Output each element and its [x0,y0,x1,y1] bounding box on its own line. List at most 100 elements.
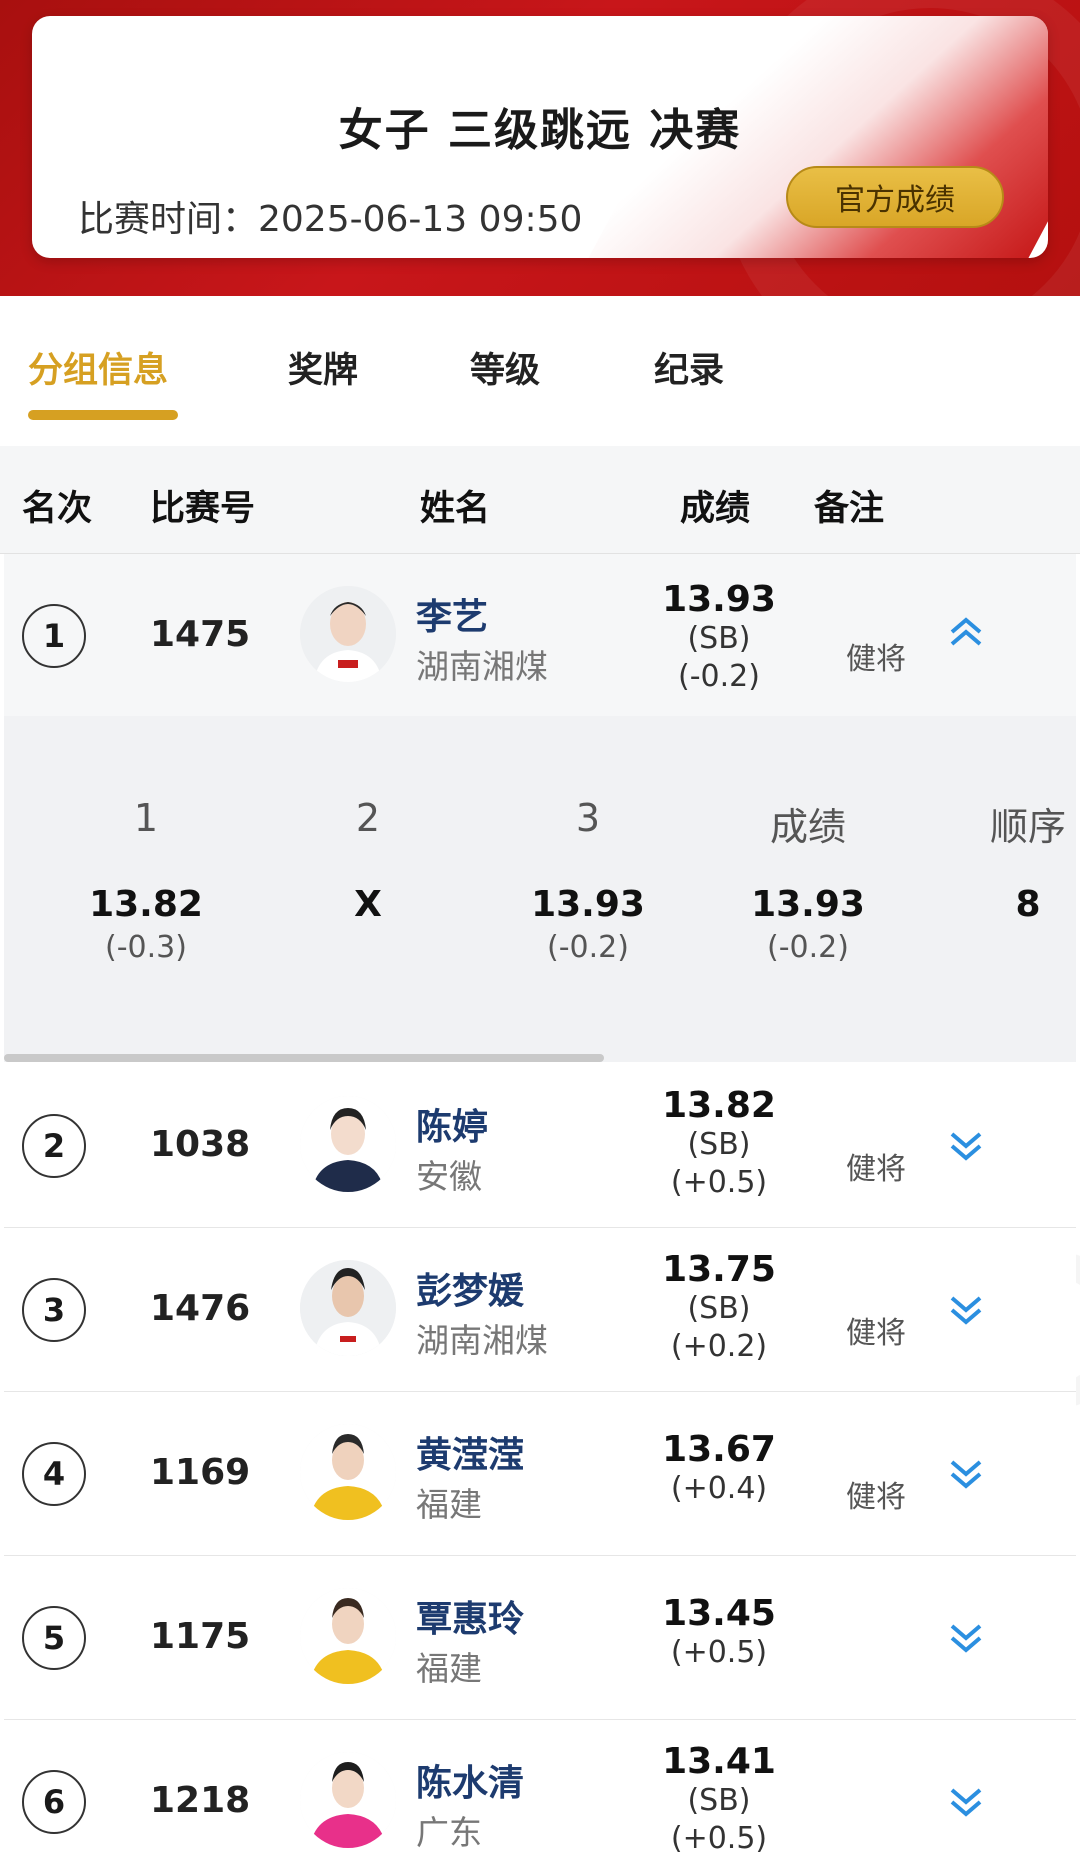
athlete-team: 安徽 [416,1157,482,1196]
header-bib: 比赛号 [150,489,256,529]
result-mark: 13.93 [662,579,776,620]
attempts-panel: 1 2 3 成绩 顺序 13.82 X 13.93 13.93 8 (-0.3)… [4,716,1076,1062]
result-mark: 13.41 [662,1741,776,1782]
wind-reading: (+0.5) [670,1821,768,1856]
athlete-team: 福建 [416,1649,482,1688]
athlete-name[interactable]: 覃惠玲 [416,1590,524,1642]
attempt-wind-1: (-0.3) [105,930,187,965]
official-results-button[interactable]: 官方成绩 [786,166,1004,228]
athlete-avatar [300,1752,396,1848]
bib-number: 1476 [150,1288,251,1329]
bib-number: 1218 [150,1780,251,1821]
season-best-label: (SB) [687,1291,751,1326]
chevron-double-up-icon[interactable] [944,610,988,654]
attempt-value-1: 13.82 [89,884,203,925]
athlete-name[interactable]: 李艺 [416,588,488,640]
athlete-team: 湖南湘煤 [416,1321,548,1360]
table-row[interactable]: 2 1038 陈婷 安徽 13.82 (SB) (+0.5) 健将 [4,1064,1076,1228]
wind-reading: (+0.4) [670,1471,768,1506]
header-banner: 女子 三级跳远 决赛 比赛时间：2025-06-13 09:50 官方成绩 [0,0,1080,296]
attempt-header-2: 2 [355,796,381,840]
attempt-value-3: 13.93 [531,884,645,925]
event-card: 女子 三级跳远 决赛 比赛时间：2025-06-13 09:50 官方成绩 [32,16,1048,258]
header-note: 备注 [814,489,885,529]
tab-levels[interactable]: 等级 [470,342,540,393]
result-mark: 13.82 [662,1085,776,1126]
tab-records[interactable]: 纪录 [654,342,724,393]
active-tab-indicator [28,410,178,420]
note-label: 健将 [846,642,906,677]
wind-reading: (+0.5) [670,1165,768,1200]
rank-badge: 1 [22,604,86,668]
tab-bar: 分组信息 奖牌 等级 纪录 [0,296,1080,446]
athlete-team: 广东 [416,1813,482,1852]
header-result: 成绩 [680,489,751,529]
chevron-double-down-icon[interactable] [944,1124,988,1168]
note-label: 健将 [846,1480,906,1515]
result-cell: 13.75 (SB) (+0.2) [644,1250,794,1366]
note-label: 健将 [846,1316,906,1351]
table-row[interactable]: 4 1169 黄滢滢 福建 13.67 (+0.4) 健将 [4,1392,1076,1556]
attempt-wind-best: (-0.2) [767,930,849,965]
result-cell: 13.82 (SB) (+0.5) [644,1086,794,1202]
season-best-label: (SB) [687,1783,751,1818]
athlete-name[interactable]: 陈水清 [416,1754,524,1806]
attempt-header-3: 3 [575,796,601,840]
rank-badge: 3 [22,1278,86,1342]
attempt-wind-3: (-0.2) [547,930,629,965]
result-cell: 13.93 (SB) (-0.2) [644,580,794,696]
chevron-double-down-icon[interactable] [944,1616,988,1660]
season-best-label: (SB) [687,621,751,656]
attempt-header-1: 1 [133,796,159,840]
chevron-double-down-icon[interactable] [944,1452,988,1496]
bib-number: 1475 [150,614,251,655]
attempt-header-order: 顺序 [989,805,1066,849]
table-header: 名次 比赛号 姓名 成绩 备注 [0,446,1080,554]
table-row[interactable]: 5 1175 覃惠玲 福建 13.45 (+0.5) [4,1556,1076,1720]
event-title: 女子 三级跳远 决赛 [338,105,742,156]
bib-number: 1175 [150,1616,251,1657]
athlete-team: 湖南湘煤 [416,647,548,686]
result-cell: 13.67 (+0.4) [644,1430,794,1508]
athlete-team: 福建 [416,1485,482,1524]
wind-reading: (-0.2) [678,659,760,694]
rank-badge: 6 [22,1770,86,1834]
athlete-avatar [300,1588,396,1684]
result-mark: 13.75 [662,1249,776,1290]
event-time: 比赛时间：2025-06-13 09:50 [78,199,583,240]
wind-reading: (+0.5) [670,1635,768,1670]
athlete-avatar [300,1260,396,1356]
tab-group-info[interactable]: 分组信息 [28,342,168,393]
table-row[interactable]: 6 1218 陈水清 广东 13.41 (SB) (+0.5) [4,1720,1076,1875]
season-best-label: (SB) [687,1127,751,1162]
result-cell: 13.41 (SB) (+0.5) [644,1742,794,1858]
athlete-name[interactable]: 彭梦媛 [416,1262,524,1314]
header-rank: 名次 [22,489,93,529]
chevron-double-down-icon[interactable] [944,1288,988,1332]
rank-badge: 4 [22,1442,86,1506]
wind-reading: (+0.2) [670,1329,768,1364]
attempt-value-2: X [354,884,382,925]
attempt-header-best: 成绩 [769,805,846,849]
tab-medals[interactable]: 奖牌 [288,342,358,393]
attempt-value-best: 13.93 [751,884,865,925]
chevron-double-down-icon[interactable] [944,1780,988,1824]
table-row[interactable]: 1 1475 李艺 湖南湘煤 13.93 (SB) (-0.2) 健将 [4,554,1076,718]
athlete-name[interactable]: 陈婷 [416,1098,488,1150]
bib-number: 1038 [150,1124,251,1165]
horizontal-scrollbar[interactable] [4,1054,604,1062]
result-cell: 13.45 (+0.5) [644,1594,794,1672]
note-label: 健将 [846,1152,906,1187]
table-row[interactable]: 3 1476 彭梦媛 湖南湘煤 13.75 (SB) (+0.2) 健将 [4,1228,1076,1392]
athlete-avatar [300,1424,396,1520]
attempt-value-order: 8 [1015,884,1041,925]
athlete-avatar [300,1096,396,1192]
result-mark: 13.45 [662,1593,776,1634]
rank-badge: 2 [22,1114,86,1178]
rank-badge: 5 [22,1606,86,1670]
result-mark: 13.67 [662,1429,776,1470]
athlete-avatar [300,586,396,682]
athlete-name[interactable]: 黄滢滢 [416,1426,524,1478]
header-name: 姓名 [420,489,491,529]
bib-number: 1169 [150,1452,251,1493]
